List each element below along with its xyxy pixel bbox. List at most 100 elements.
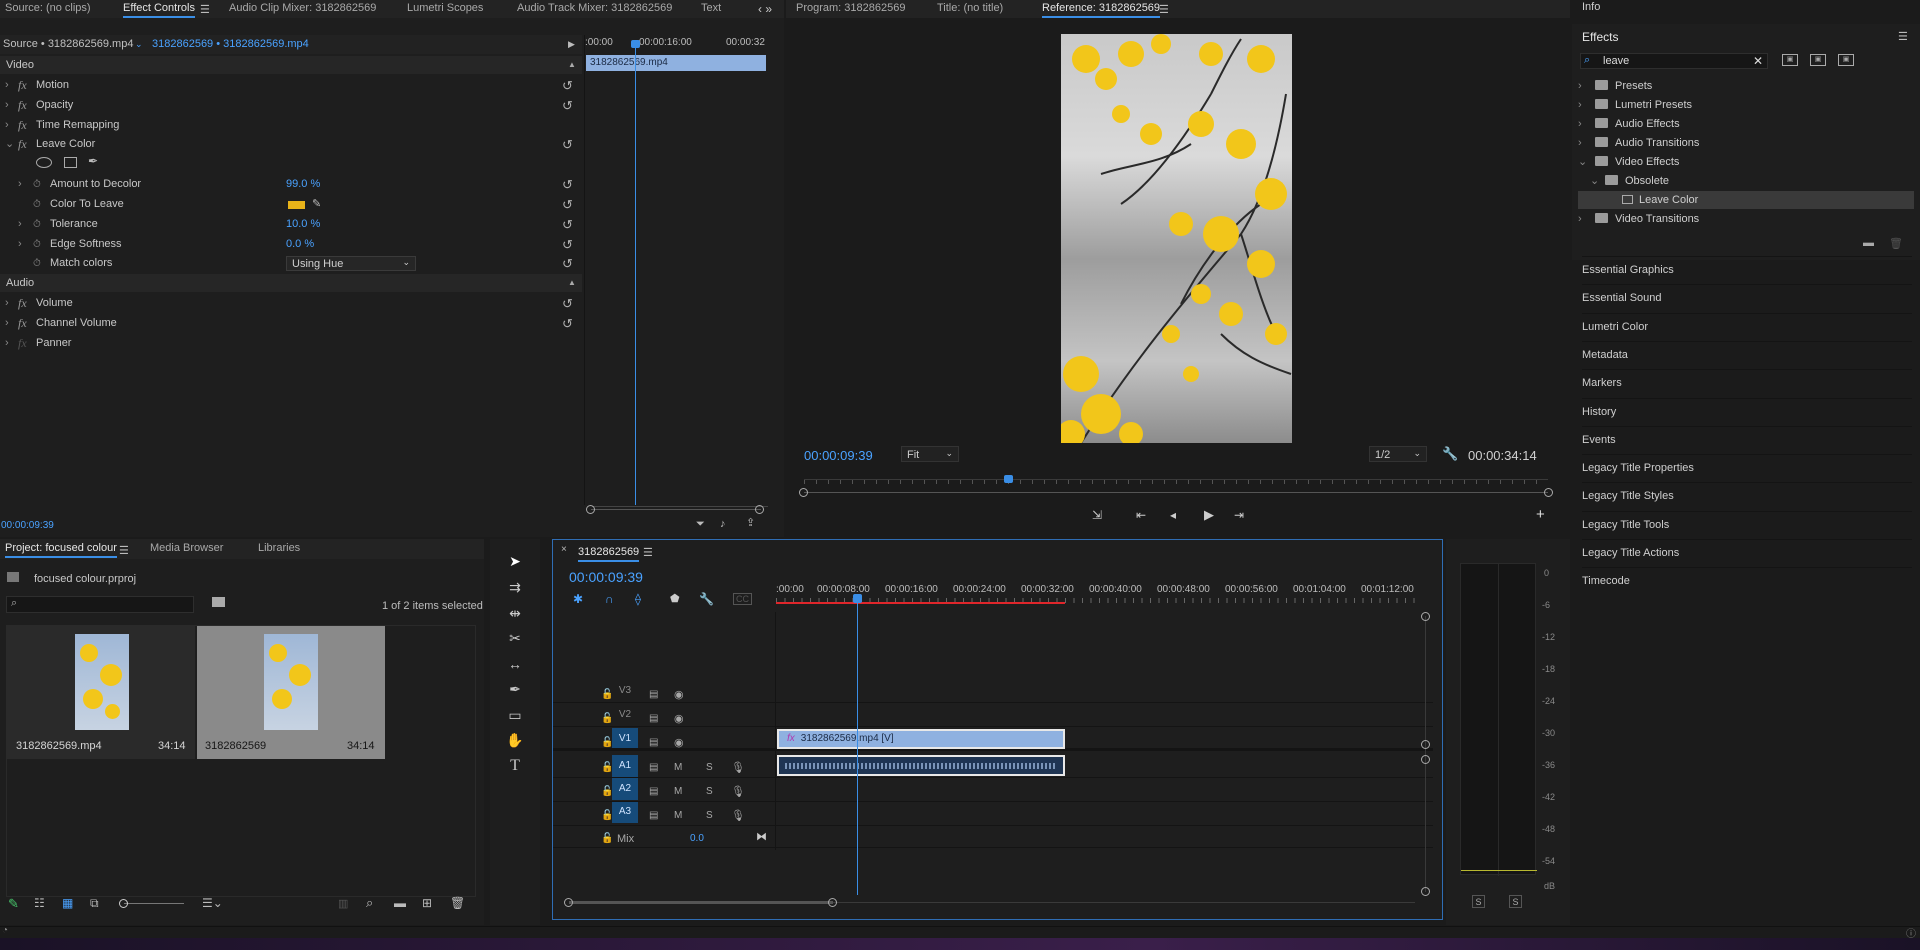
write-protect-icon[interactable]: ✎ (8, 896, 19, 912)
clear-search-icon[interactable]: ✕ (1753, 54, 1763, 68)
step-forward-edit-icon[interactable]: ⇥ (1234, 508, 1244, 522)
slip-tool-icon[interactable]: ↔ (504, 656, 526, 672)
hand-tool-icon[interactable]: ✋ (504, 732, 526, 749)
track-select-tool-icon[interactable]: ⇉ (504, 579, 526, 596)
captions-icon[interactable]: CC (733, 593, 752, 605)
effects-folder-audio-transitions[interactable]: › Audio Transitions (1578, 134, 1908, 152)
zoom-handle-right[interactable] (828, 898, 837, 907)
ec-zoom-handle-left[interactable] (586, 505, 595, 514)
panel-essential-sound[interactable]: Essential Sound (1582, 284, 1912, 310)
video-clip[interactable]: fx 3182862569.mp4 [V] (777, 729, 1065, 749)
video-section-header[interactable]: Video ▲ (0, 56, 582, 74)
status-icon[interactable]: ◔ (2, 925, 8, 936)
stopwatch-icon[interactable]: ⏱ (33, 215, 41, 234)
find-icon[interactable]: ⌕ (366, 895, 373, 911)
chevron-right-icon[interactable]: › (5, 334, 9, 353)
ripple-edit-tool-icon[interactable]: ⇹ (504, 605, 526, 622)
tab-media-browser[interactable]: Media Browser (150, 542, 223, 558)
scroll-handle[interactable] (1421, 612, 1430, 621)
panel-menu-icon[interactable]: ☰ (200, 3, 210, 16)
chevron-right-icon[interactable]: › (5, 294, 9, 313)
new-bin-icon[interactable]: ▬ (394, 896, 406, 910)
32bit-effects-icon[interactable]: ▣ (1810, 54, 1826, 66)
chevron-right-icon[interactable]: › (5, 96, 9, 115)
ec-mini-clip[interactable]: 3182862569.mp4 (586, 55, 766, 71)
freeform-view-icon[interactable]: ⧉ (90, 896, 99, 911)
chevron-right-icon[interactable]: › (5, 314, 9, 333)
chevron-right-icon[interactable]: › (18, 235, 22, 254)
param-value[interactable]: 10.0 % (286, 215, 320, 234)
reset-icon[interactable]: ↺ (562, 135, 573, 154)
param-match-colors[interactable]: ⏱ Match colors Using Hue ⌄ ↺ (0, 254, 582, 273)
tab-program[interactable]: Program: 3182862569 (796, 2, 905, 18)
chevron-down-icon[interactable]: ⌄ (135, 35, 143, 54)
razor-tool-icon[interactable]: ✂ (504, 630, 526, 647)
param-tolerance[interactable]: › ⏱ Tolerance 10.0 % ↺ (0, 215, 582, 234)
tab-libraries[interactable]: Libraries (258, 542, 300, 558)
ellipse-mask-icon[interactable] (36, 157, 52, 168)
add-button-icon[interactable]: + (1536, 506, 1545, 523)
panel-legacy-title-tools[interactable]: Legacy Title Tools (1582, 511, 1912, 537)
tab-reference[interactable]: Reference: 3182862569 (1042, 2, 1161, 18)
effect-time-remapping[interactable]: › fx Time Remapping (0, 116, 582, 135)
more-tabs-icon[interactable]: ‹ » (758, 2, 772, 16)
ec-mini-timeline[interactable]: :00:00 00:00:16:00 00:00:32 3182862569.m… (584, 35, 784, 507)
bin-filter-icon[interactable] (212, 597, 225, 607)
effect-motion[interactable]: › fx Motion ↺ (0, 76, 582, 95)
panel-lumetri-color[interactable]: Lumetri Color (1582, 313, 1912, 339)
tab-lumetri-scopes[interactable]: Lumetri Scopes (407, 2, 483, 18)
info-tab[interactable]: Info (1582, 1, 1600, 13)
effects-folder-obsolete[interactable]: ⌄ Obsolete (1590, 172, 1908, 190)
effects-folder-audio-effects[interactable]: › Audio Effects (1578, 115, 1908, 133)
tab-effect-controls[interactable]: Effect Controls (123, 2, 195, 18)
effects-folder-video-transitions[interactable]: › Video Transitions (1578, 210, 1908, 228)
panel-menu-icon[interactable]: ☰ (119, 544, 129, 557)
tab-text[interactable]: Text (701, 2, 721, 18)
reset-icon[interactable]: ↺ (562, 195, 573, 214)
zoom-handle-left[interactable] (564, 898, 573, 907)
yuv-effects-icon[interactable]: ▣ (1838, 54, 1854, 66)
video-frame[interactable] (1061, 34, 1292, 443)
play-audio-icon[interactable]: ♪ (720, 518, 726, 530)
chevron-right-icon[interactable]: › (18, 175, 22, 194)
sort-icon[interactable]: ☰⌄ (202, 896, 223, 910)
delete-icon[interactable]: 🗑 (1889, 237, 1903, 250)
tab-audio-track-mixer[interactable]: Audio Track Mixer: 3182862569 (517, 2, 672, 18)
filter-icon[interactable]: ⏷ (696, 518, 705, 531)
wrench-icon[interactable]: 🔧 (1442, 446, 1458, 462)
selection-tool-icon[interactable]: ➤ (504, 553, 526, 570)
timeline-timecode[interactable]: 00:00:09:39 (569, 569, 643, 585)
reset-icon[interactable]: ↺ (562, 314, 573, 333)
reset-icon[interactable]: ↺ (562, 294, 573, 313)
ec-zoom-bar[interactable] (591, 509, 761, 510)
collapse-up-icon[interactable]: ▲ (568, 56, 576, 74)
snap-icon[interactable]: ∩ (605, 592, 614, 606)
tab-project[interactable]: Project: focused colour (5, 542, 117, 558)
chevron-right-icon[interactable]: › (5, 116, 9, 135)
audio-clip[interactable] (777, 755, 1065, 776)
resolution-dropdown[interactable]: 1/2 ⌄ (1369, 446, 1427, 462)
effects-folder-video-effects[interactable]: ⌄ Video Effects (1578, 153, 1908, 171)
panel-essential-graphics[interactable]: Essential Graphics (1582, 256, 1912, 282)
effects-title[interactable]: Effects (1582, 30, 1618, 44)
reset-icon[interactable]: ↺ (562, 254, 573, 273)
monitor-scrubber[interactable] (804, 479, 1548, 493)
step-back-icon[interactable]: ◂ (1170, 508, 1176, 522)
list-view-icon[interactable]: ☷ (34, 896, 45, 910)
panel-legacy-title-properties[interactable]: Legacy Title Properties (1582, 454, 1912, 480)
pen-tool-icon[interactable]: ✒ (504, 681, 526, 698)
panel-legacy-title-actions[interactable]: Legacy Title Actions (1582, 539, 1912, 565)
ec-playhead[interactable] (635, 41, 636, 505)
stopwatch-icon[interactable]: ⏱ (33, 254, 41, 273)
param-color-to-leave[interactable]: ⏱ Color To Leave ✎ ↺ (0, 195, 582, 214)
tab-audio-clip-mixer[interactable]: Audio Clip Mixer: 3182862569 (229, 2, 376, 18)
zoom-handle-right[interactable] (1544, 488, 1553, 497)
playhead-handle[interactable] (853, 594, 862, 603)
accelerated-effects-icon[interactable]: ▣ (1782, 54, 1798, 66)
panel-menu-icon[interactable]: ☰ (1159, 3, 1169, 16)
effects-folder-presets[interactable]: › Presets (1578, 77, 1908, 95)
clip-label[interactable]: 3182862569 • 3182862569.mp4 (152, 35, 309, 54)
audio-section-header[interactable]: Audio ▲ (0, 274, 582, 292)
solo-right-button[interactable]: S (1509, 895, 1522, 908)
delete-icon[interactable]: 🗑 (450, 896, 465, 910)
